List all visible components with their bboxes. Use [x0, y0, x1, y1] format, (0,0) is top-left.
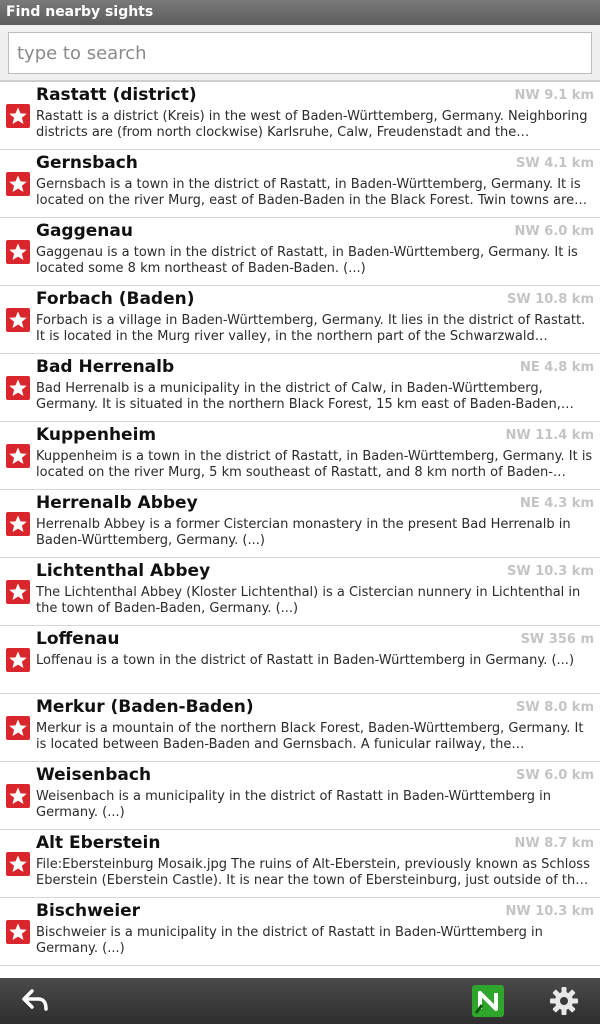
item-title: Kuppenheim [36, 425, 157, 445]
settings-button[interactable] [548, 985, 580, 1017]
back-button[interactable] [18, 987, 52, 1015]
item-title: Weisenbach [36, 765, 152, 785]
item-distance: SW 4.1 km [516, 156, 594, 171]
item-distance: NW 10.3 km [505, 904, 594, 919]
item-distance: NW 8.7 km [514, 836, 595, 851]
list-item[interactable]: Weisenbach SW 6.0 km Weisenbach is a munic… [0, 762, 600, 830]
list-item[interactable]: Gaggenau NW 6.0 km Gaggenau is a town in t… [0, 218, 600, 286]
star-icon [6, 240, 30, 264]
list-item[interactable]: Forbach (Baden) SW 10.8 km Forbach is a vi… [0, 286, 600, 354]
list-item[interactable]: Rastatt (district) NW 9.1 km Rastatt is a … [0, 82, 600, 150]
item-description: Bischweier is a municipality in the dist… [36, 925, 543, 956]
star-icon [6, 784, 30, 808]
item-description: File:Ebersteinburg Mosaik.jpg The ruins … [36, 857, 590, 888]
list-item[interactable]: Bischweier NW 10.3 km Bischweier is a muni… [0, 898, 600, 966]
list-item[interactable]: Alt Eberstein NW 8.7 km File:Ebersteinburg… [0, 830, 600, 898]
star-icon [6, 444, 30, 468]
star-icon [6, 580, 30, 604]
star-icon [6, 648, 30, 672]
item-description: Weisenbach is a municipality in the dist… [36, 789, 551, 820]
item-distance: NW 6.0 km [514, 224, 595, 239]
list-item[interactable]: Gernsbach SW 4.1 km Gernsbach is a town in… [0, 150, 600, 218]
title-bar: Find nearby sights [0, 0, 600, 25]
item-title: Bischweier [36, 901, 141, 921]
star-icon [6, 376, 30, 400]
item-title: Herrenalb Abbey [36, 493, 198, 513]
app-logo-button[interactable] [472, 985, 504, 1017]
item-description: Loffenau is a town in the district of Ra… [36, 653, 575, 668]
search-input[interactable] [8, 32, 592, 74]
star-icon [6, 308, 30, 332]
list-item[interactable]: Lichtenthal Abbey SW 10.3 km The Lichtenth… [0, 558, 600, 626]
list-item[interactable]: Kuppenheim NW 11.4 km Kuppenheim is a town… [0, 422, 600, 490]
page-title: Find nearby sights [6, 4, 154, 20]
back-arrow-icon [22, 989, 48, 1011]
item-description: Herrenalb Abbey is a former Cistercian m… [36, 517, 571, 548]
search-bar [0, 25, 600, 81]
star-icon [6, 512, 30, 536]
item-title: Alt Eberstein [36, 833, 161, 853]
item-distance: NW 11.4 km [505, 428, 594, 443]
item-description: The Lichtenthal Abbey (Kloster Lichtenth… [36, 585, 581, 616]
item-distance: SW 10.8 km [506, 292, 594, 307]
item-title: Merkur (Baden-Baden) [36, 697, 254, 717]
item-title: Loffenau [36, 629, 120, 649]
item-title: Gaggenau [36, 221, 133, 241]
item-distance: SW 8.0 km [516, 700, 594, 715]
star-icon [6, 104, 30, 128]
sights-list[interactable]: Rastatt (district) NW 9.1 km Rastatt is a … [0, 82, 600, 978]
item-description: Merkur is a mountain of the northern Bla… [36, 721, 584, 752]
list-item[interactable]: Herrenalb Abbey NE 4.3 km Herrenalb Abbey … [0, 490, 600, 558]
item-title: Lichtenthal Abbey [36, 561, 211, 581]
item-description: Gaggenau is a town in the district of Ra… [36, 245, 578, 276]
bottom-bar [0, 978, 600, 1024]
item-distance: SW 10.3 km [506, 564, 594, 579]
item-distance: SW 356 m [520, 632, 594, 647]
item-description: Kuppenheim is a town in the district of … [36, 449, 593, 480]
item-distance: NE 4.8 km [519, 360, 594, 375]
star-icon [6, 852, 30, 876]
item-title: Rastatt (district) [36, 85, 197, 105]
item-title: Gernsbach [36, 153, 138, 173]
item-title: Bad Herrenalb [36, 357, 175, 377]
list-item[interactable]: Loffenau SW 356 m Loffenau is a town in th… [0, 626, 600, 694]
item-description: Gernsbach is a town in the district of R… [36, 177, 581, 208]
list-item[interactable]: Bad Herrenalb NE 4.8 km Bad Herrenalb is a… [0, 354, 600, 422]
item-distance: NW 9.1 km [514, 88, 595, 103]
item-distance: NE 4.3 km [519, 496, 594, 511]
gear-icon [550, 987, 578, 1015]
star-icon [6, 716, 30, 740]
item-distance: SW 6.0 km [516, 768, 594, 783]
item-description: Rastatt is a district (Kreis) in the wes… [36, 109, 588, 140]
app-logo-icon [474, 991, 498, 1014]
star-icon [6, 920, 30, 944]
item-title: Forbach (Baden) [36, 289, 195, 309]
list-item[interactable]: Merkur (Baden-Baden) SW 8.0 km Merkur is a… [0, 694, 600, 762]
item-description: Bad Herrenalb is a municipality in the d… [36, 381, 561, 412]
star-icon [6, 172, 30, 196]
item-description: Forbach is a village in Baden-Württember… [36, 313, 586, 344]
